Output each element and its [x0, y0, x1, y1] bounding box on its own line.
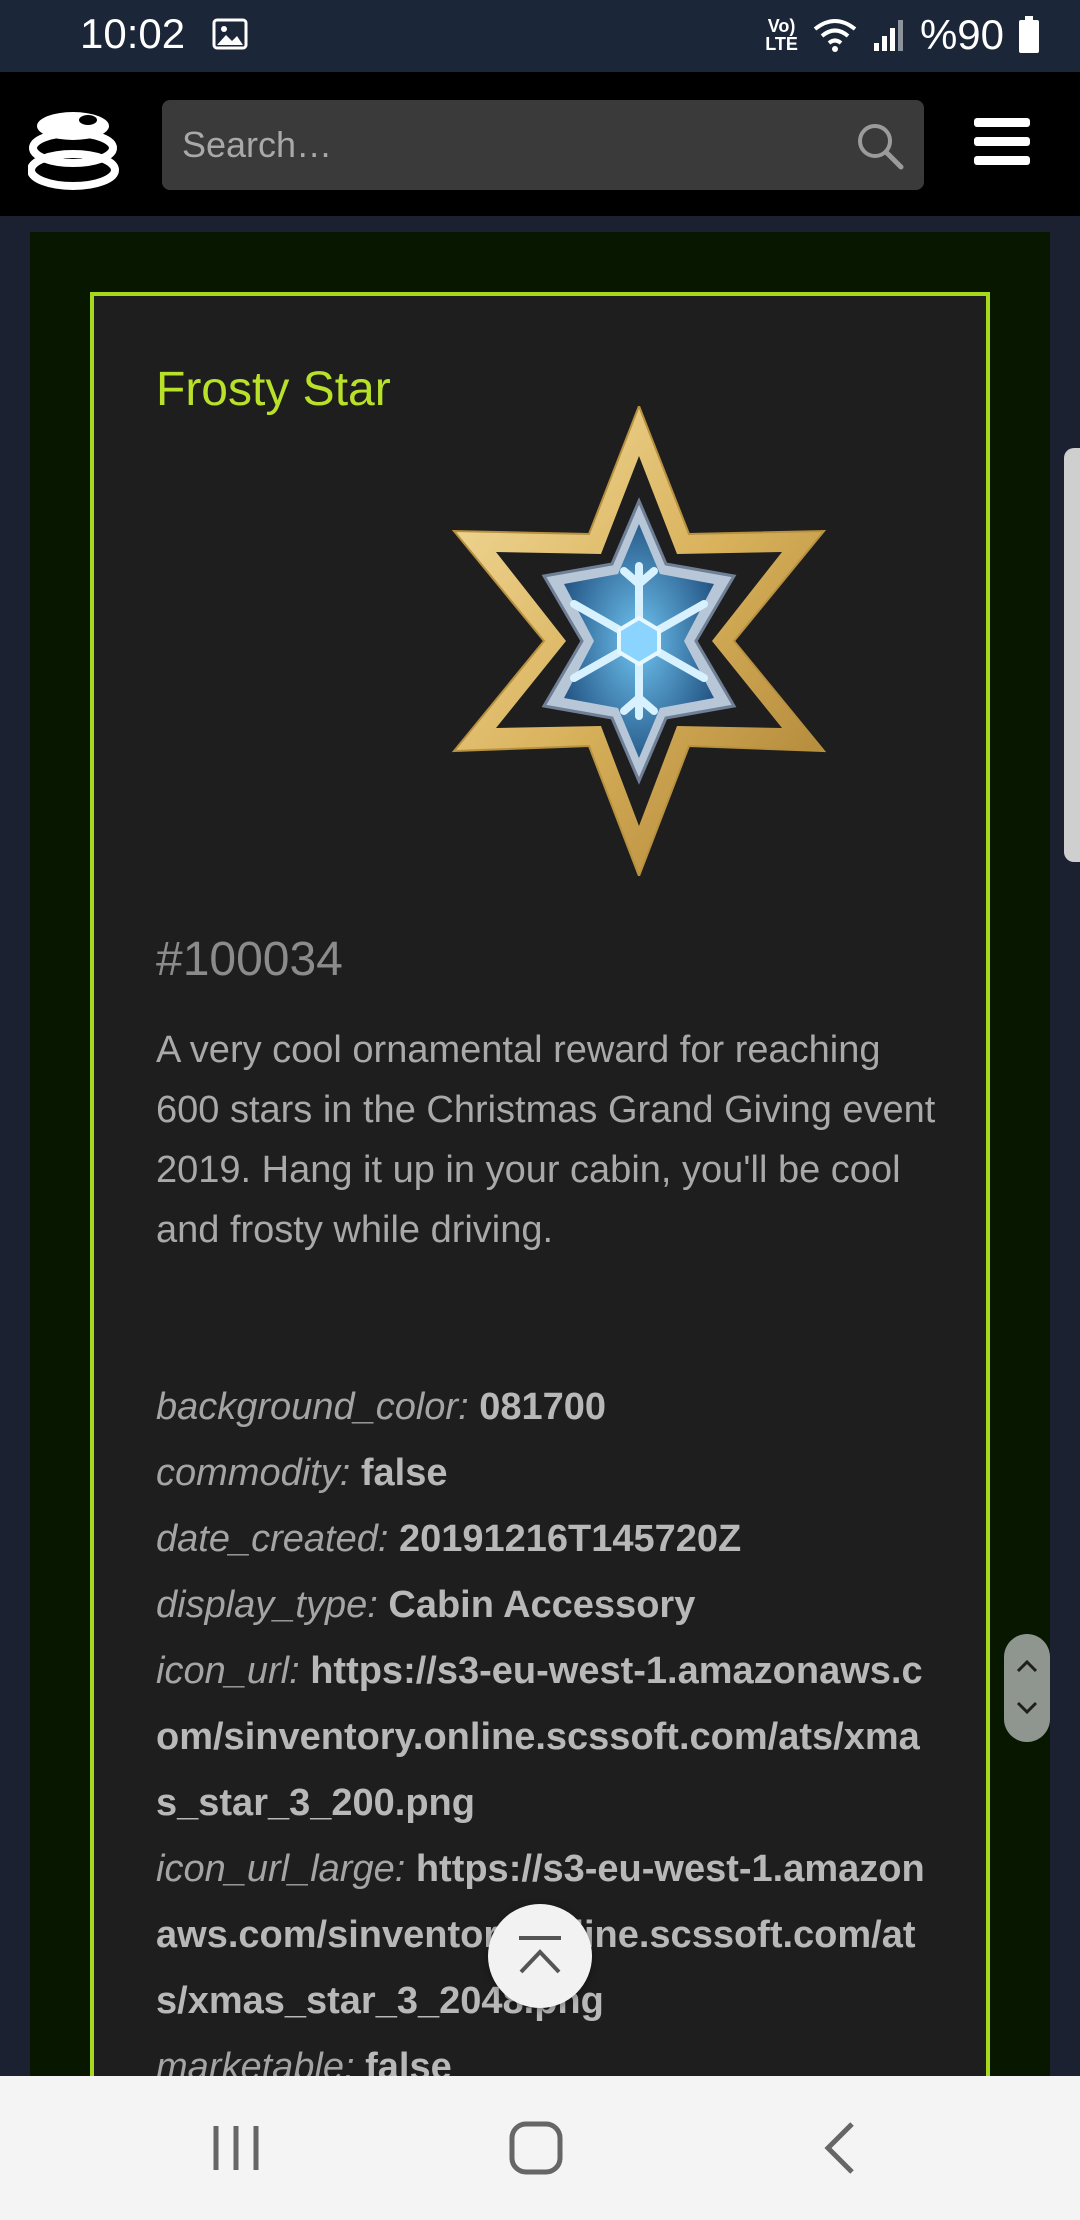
scrollbar-thumb[interactable] — [1064, 448, 1080, 862]
property-key: date_created: — [156, 1518, 389, 1560]
back-to-top-icon — [519, 1936, 561, 1974]
item-title: Frosty Star — [156, 363, 391, 416]
search-bar[interactable] — [162, 100, 924, 190]
property-key: display_type: — [156, 1584, 378, 1626]
property-key: icon_url_large: — [156, 1848, 406, 1890]
gallery-icon — [212, 18, 248, 50]
property-row: background_color: 081700 — [156, 1374, 936, 1440]
property-key: background_color: — [156, 1386, 469, 1428]
battery-icon — [1019, 16, 1039, 53]
property-key: icon_url: — [156, 1650, 300, 1692]
system-navigation-bar — [0, 2076, 1080, 2220]
item-id: #100034 — [156, 933, 343, 986]
chevron-down-icon[interactable] — [1015, 1698, 1039, 1718]
wifi-icon — [813, 19, 857, 52]
battery-percentage: %90 — [919, 11, 1004, 58]
property-row: display_type: Cabin Accessory — [156, 1572, 936, 1638]
property-value: Cabin Accessory — [388, 1584, 696, 1626]
property-row: commodity: false — [156, 1440, 936, 1506]
property-value: false — [360, 1452, 448, 1494]
status-icons: Vo) LTE %90 — [765, 10, 1040, 60]
volte-lte-badge: Vo) LTE — [765, 16, 798, 54]
stacked-coins-logo[interactable] — [28, 98, 122, 192]
hamburger-menu-icon[interactable] — [974, 118, 1030, 168]
back-to-top-button[interactable] — [488, 1904, 592, 2008]
item-description: A very cool ornamental reward for reachi… — [156, 1029, 936, 1251]
item-card: Frosty Star #100034 A very cool ornament… — [90, 292, 990, 2088]
search-icon[interactable] — [854, 120, 906, 172]
frosty-star-ornament — [451, 406, 827, 876]
recent-apps-icon[interactable] — [204, 2116, 268, 2180]
fast-scroll-control[interactable] — [1004, 1634, 1050, 1742]
property-value: 20191216T145720Z — [398, 1518, 742, 1560]
status-time: 10:02 — [80, 10, 186, 57]
status-bar: 10:02 Vo) LTE %90 — [0, 0, 1080, 72]
home-icon[interactable] — [504, 2116, 568, 2180]
property-key: commodity: — [156, 1452, 351, 1494]
property-value: 081700 — [479, 1386, 607, 1428]
back-icon[interactable] — [808, 2116, 872, 2180]
property-row: date_created: 20191216T145720Z — [156, 1506, 936, 1572]
chevron-up-icon[interactable] — [1015, 1656, 1039, 1676]
signal-icon — [873, 20, 903, 51]
property-row: icon_url: https://s3-eu-west-1.amazonaws… — [156, 1638, 936, 1836]
search-input[interactable] — [182, 100, 822, 190]
app-header — [0, 72, 1080, 216]
